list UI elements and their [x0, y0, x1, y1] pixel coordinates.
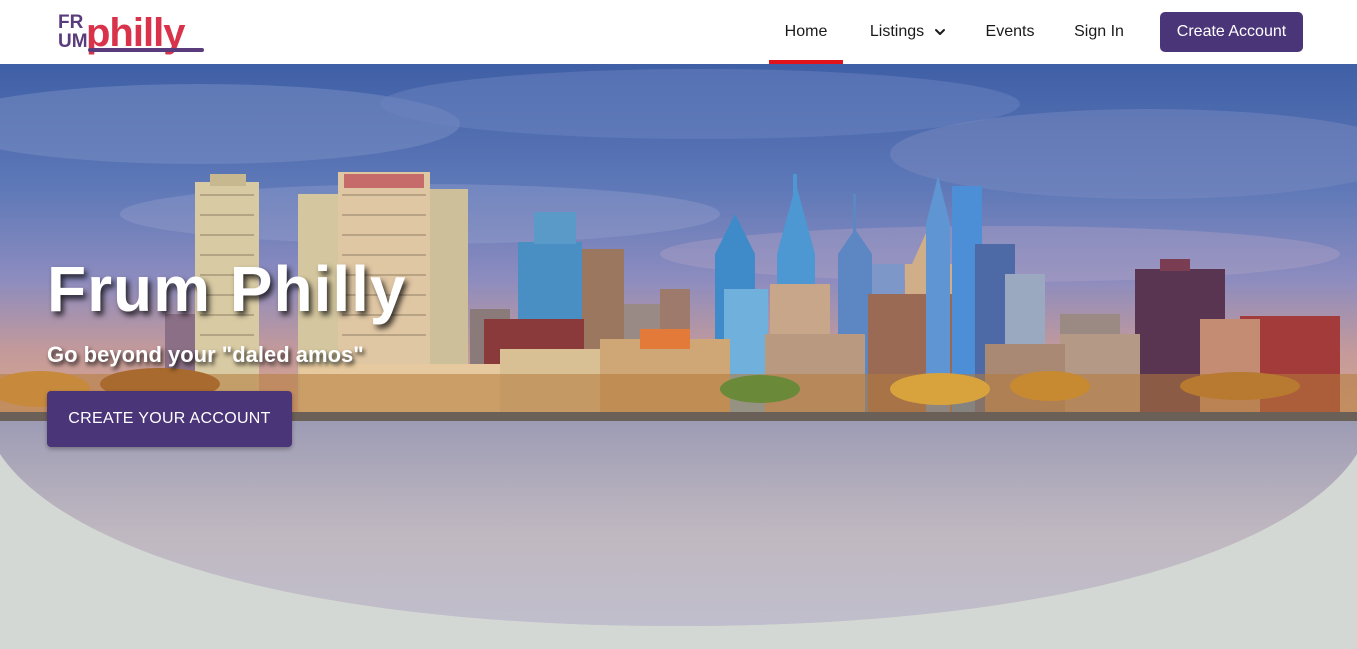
nav-events-label: Events	[985, 23, 1035, 40]
hero-subtitle: Go beyond your "daled amos"	[47, 342, 364, 367]
hero-title: Frum Philly	[47, 253, 407, 325]
logo-frum-bottom-text: UM	[58, 31, 88, 52]
create-your-account-label: CREATE YOUR ACCOUNT	[68, 410, 271, 427]
nav-listings-label: Listings	[869, 23, 925, 40]
nav-home-label: Home	[784, 23, 828, 40]
nav-sign-in[interactable]: Sign In	[1064, 0, 1134, 64]
hero-section: Frum Philly Go beyond your "daled amos" …	[0, 64, 1357, 649]
create-account-button[interactable]: Create Account	[1160, 12, 1303, 52]
frum-philly-logo[interactable]: FR UM philly	[56, 8, 216, 58]
logo-frum-top-text: FR	[58, 12, 84, 33]
nav-sign-in-label: Sign In	[1074, 23, 1124, 40]
create-account-label: Create Account	[1176, 23, 1287, 40]
chevron-down-icon	[935, 29, 946, 35]
nav-listings[interactable]: Listings	[857, 0, 959, 64]
logo-underline	[88, 48, 204, 52]
nav-events[interactable]: Events	[975, 0, 1045, 64]
site-header: FR UM philly Home Listings Events Sign I…	[0, 0, 1357, 64]
create-your-account-button[interactable]: CREATE YOUR ACCOUNT	[47, 391, 292, 447]
nav-home[interactable]: Home	[769, 0, 843, 64]
